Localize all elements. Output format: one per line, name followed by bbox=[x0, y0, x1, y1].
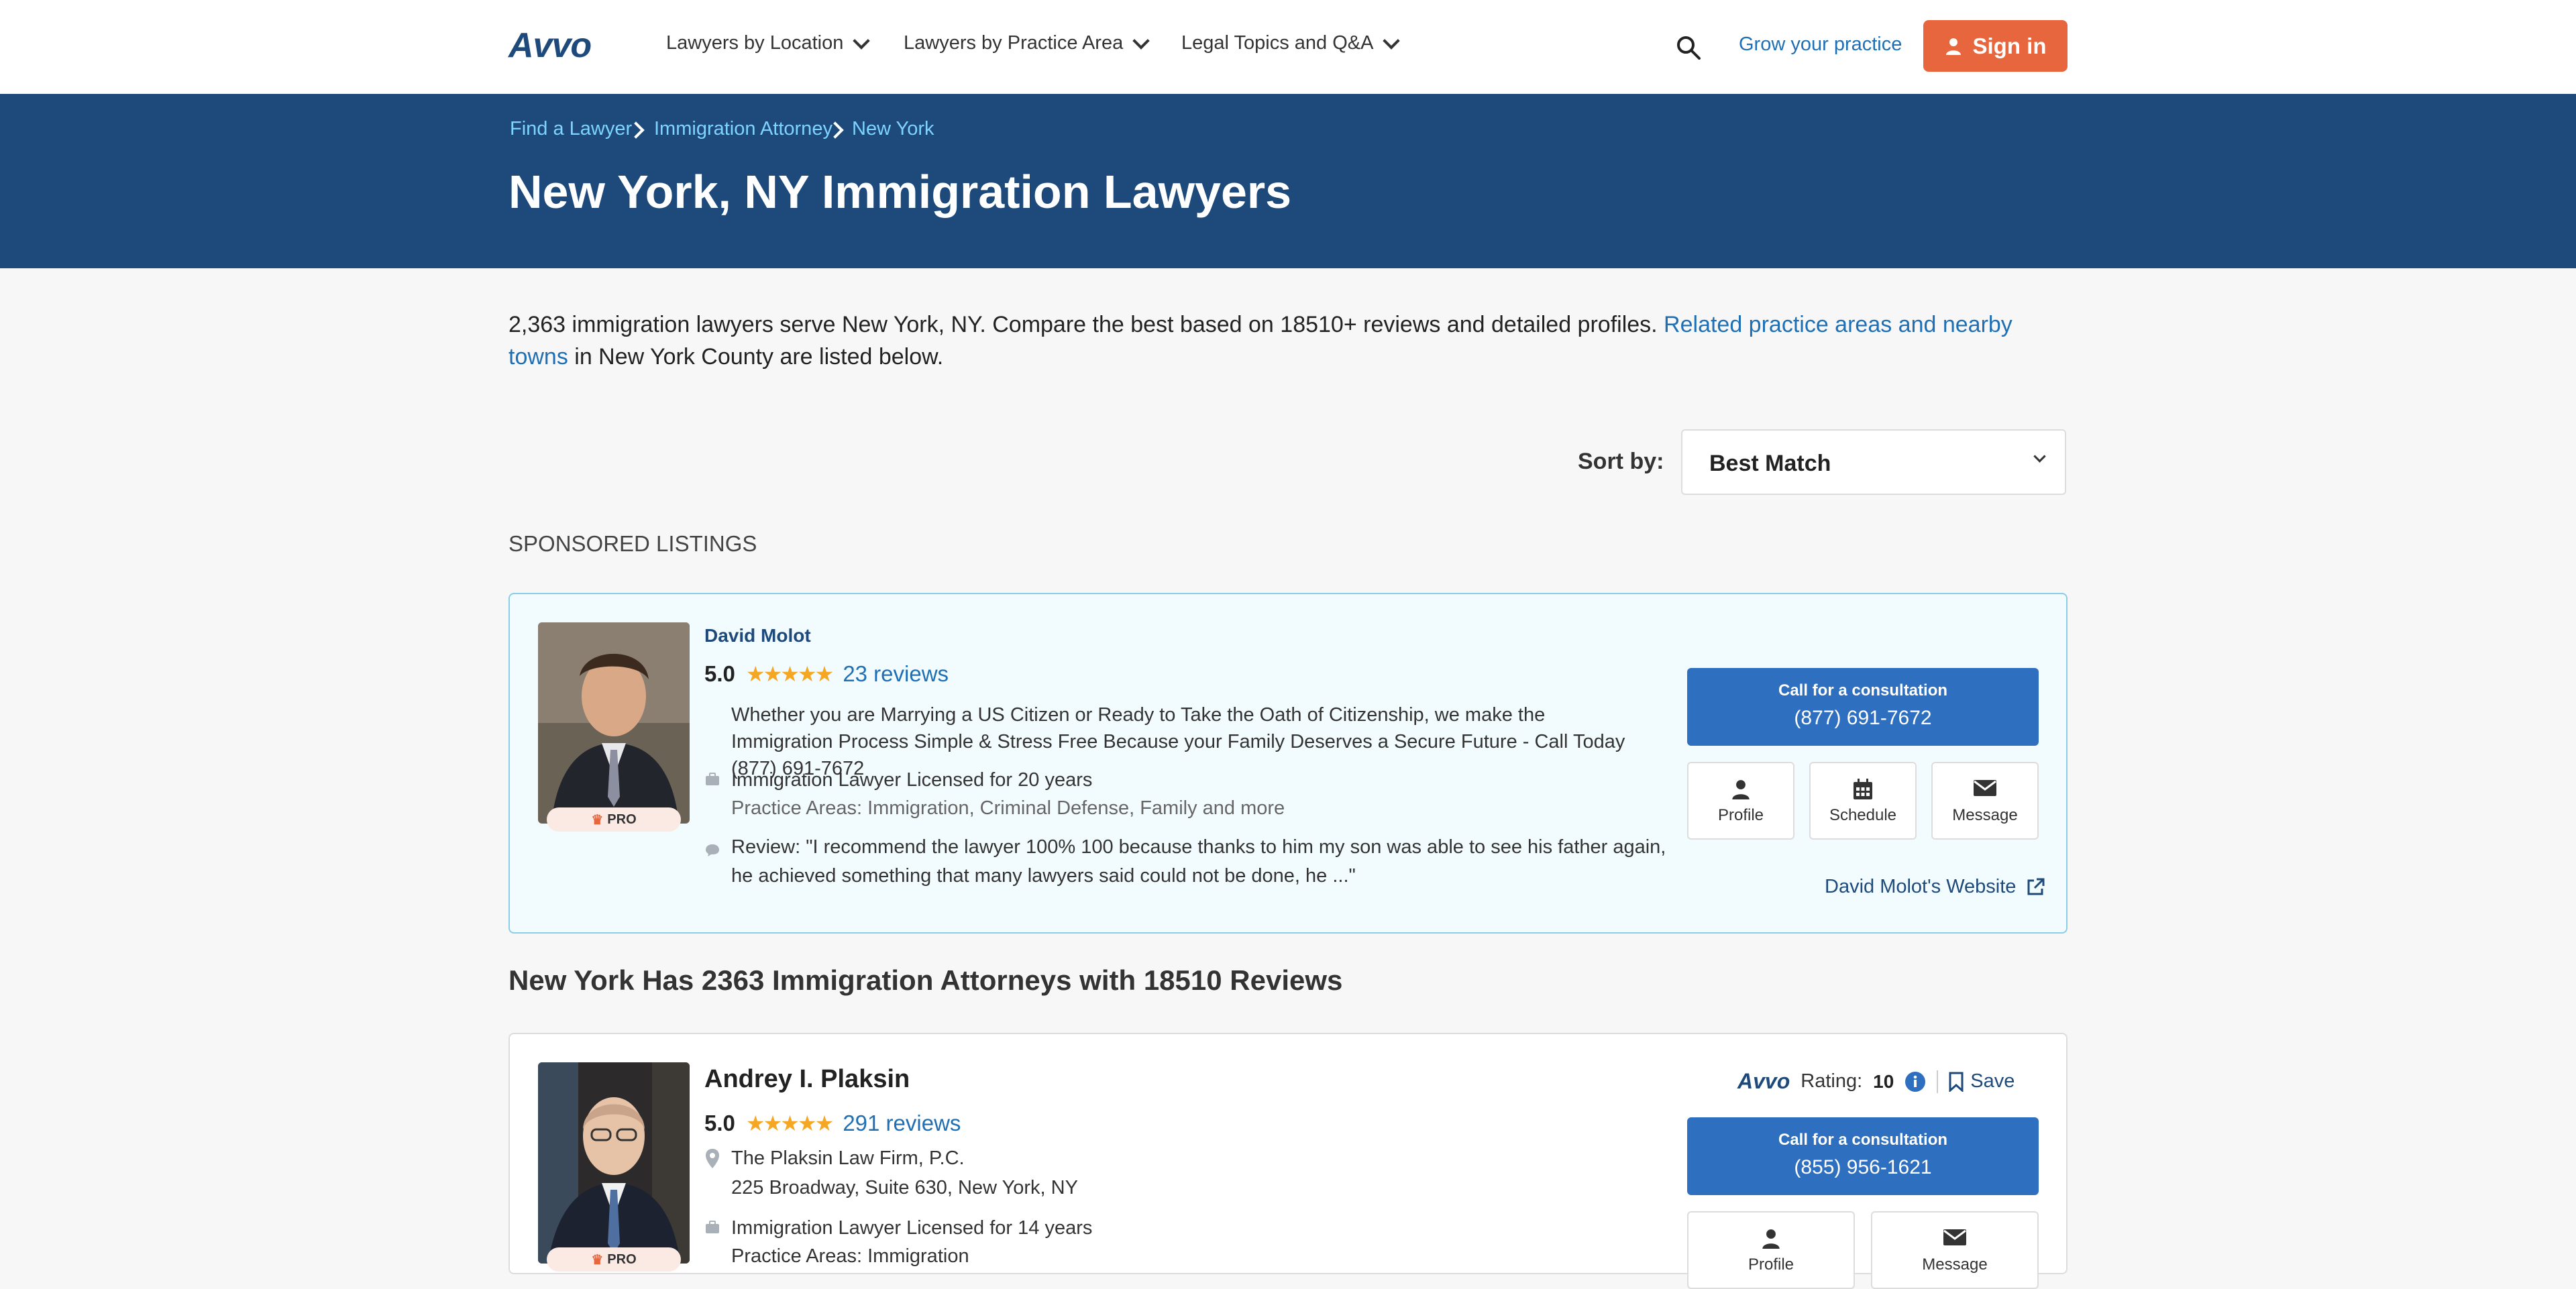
results-heading: New York Has 2363 Immigration Attorneys … bbox=[508, 964, 1343, 996]
external-link-icon bbox=[2027, 878, 2045, 895]
practice-areas: Practice Areas: Immigration, Criminal De… bbox=[731, 797, 1285, 819]
briefcase-icon bbox=[706, 773, 719, 785]
nav-lawyers-by-practice-area[interactable]: Lawyers by Practice Area bbox=[904, 32, 1150, 54]
sort-value: Best Match bbox=[1709, 451, 1831, 476]
pro-badge: ♛ PRO bbox=[547, 1247, 681, 1272]
breadcrumb-immigration-attorney[interactable]: Immigration Attorney bbox=[654, 118, 833, 140]
avvo-rating-value: 10 bbox=[1873, 1070, 1894, 1092]
lawyer-name-link[interactable]: Andrey I. Plaksin bbox=[704, 1065, 910, 1094]
rating-score: 5.0 bbox=[704, 661, 735, 686]
chevron-down-icon bbox=[1383, 32, 1401, 50]
location-pin-icon bbox=[706, 1149, 719, 1168]
lawyer-name-link[interactable]: David Molot bbox=[704, 625, 811, 647]
sort-select[interactable]: Best Match bbox=[1681, 429, 2066, 495]
avvo-logo[interactable]: Avvo bbox=[508, 25, 592, 66]
lawyer-photo[interactable] bbox=[538, 1062, 690, 1264]
rating-row: 5.0 ★★★★★ 23 reviews bbox=[704, 661, 949, 687]
nav-label: Lawyers by Location bbox=[666, 32, 844, 54]
call-consultation-button[interactable]: Call for a consultation (855) 956-1621 bbox=[1687, 1117, 2039, 1195]
firm-name: The Plaksin Law Firm, P.C. bbox=[731, 1147, 965, 1169]
user-icon bbox=[1732, 780, 1750, 799]
grow-your-practice-link[interactable]: Grow your practice bbox=[1739, 34, 1902, 56]
pro-badge-label: PRO bbox=[607, 1251, 637, 1267]
message-button[interactable]: Message bbox=[1871, 1211, 2039, 1289]
sign-in-label: Sign in bbox=[1972, 33, 2047, 58]
chevron-down-icon bbox=[1132, 32, 1150, 50]
rating-score: 5.0 bbox=[704, 1111, 735, 1135]
avvo-logo: Avvo bbox=[1737, 1069, 1790, 1093]
sponsored-heading: SPONSORED LISTINGS bbox=[508, 531, 757, 556]
save-label: Save bbox=[1970, 1070, 2015, 1092]
licensed-years: Immigration Lawyer Licensed for 20 years bbox=[731, 769, 1093, 791]
crown-icon: ♛ bbox=[591, 1252, 604, 1268]
chevron-down-icon bbox=[853, 32, 871, 50]
divider bbox=[1937, 1070, 1939, 1093]
avvo-rating-label: Rating: bbox=[1801, 1070, 1863, 1092]
reviews-link[interactable]: 291 reviews bbox=[843, 1111, 961, 1136]
nav-legal-topics[interactable]: Legal Topics and Q&A bbox=[1181, 32, 1401, 54]
licensed-years: Immigration Lawyer Licensed for 14 years bbox=[731, 1217, 1093, 1239]
calendar-icon bbox=[1854, 779, 1872, 799]
profile-label: Profile bbox=[1717, 806, 1764, 824]
envelope-icon bbox=[1943, 1229, 1966, 1245]
phone-number: (877) 691-7672 bbox=[1794, 707, 1932, 729]
sign-in-button[interactable]: Sign in bbox=[1923, 20, 2068, 72]
profile-button[interactable]: Profile bbox=[1687, 1211, 1855, 1289]
reviews-link[interactable]: 23 reviews bbox=[843, 661, 949, 687]
schedule-button[interactable]: Schedule bbox=[1809, 762, 1917, 840]
avvo-rating: Avvo Rating: 10 Save bbox=[1737, 1069, 2015, 1094]
pro-badge-label: PRO bbox=[607, 811, 637, 827]
nav-label: Lawyers by Practice Area bbox=[904, 32, 1124, 54]
site-header: Avvo Lawyers by Location Lawyers by Prac… bbox=[0, 0, 2576, 95]
star-rating-icon: ★★★★★ bbox=[745, 662, 834, 686]
envelope-icon bbox=[1974, 780, 1996, 796]
breadcrumb-find-a-lawyer[interactable]: Find a Lawyer bbox=[510, 118, 632, 140]
message-label: Message bbox=[1922, 1255, 1988, 1274]
schedule-label: Schedule bbox=[1829, 806, 1897, 824]
rating-row: 5.0 ★★★★★ 291 reviews bbox=[704, 1111, 961, 1136]
nav-lawyers-by-location[interactable]: Lawyers by Location bbox=[666, 32, 871, 54]
profile-label: Profile bbox=[1748, 1255, 1794, 1274]
briefcase-icon bbox=[706, 1221, 719, 1233]
sponsored-listing-card: ♛ PRO David Molot 5.0 ★★★★★ 23 reviews W… bbox=[508, 593, 2068, 934]
call-consultation-button[interactable]: Call for a consultation (877) 691-7672 bbox=[1687, 668, 2039, 746]
review-snippet: Review: "I recommend the lawyer 100% 100… bbox=[731, 836, 1666, 887]
crown-icon: ♛ bbox=[591, 812, 604, 828]
lawyer-photo[interactable] bbox=[538, 622, 690, 824]
message-button[interactable]: Message bbox=[1931, 762, 2039, 840]
intro-text-after: in New York County are listed below. bbox=[568, 344, 944, 370]
breadcrumb-new-york[interactable]: New York bbox=[852, 118, 934, 140]
firm-address: 225 Broadway, Suite 630, New York, NY bbox=[731, 1177, 1078, 1198]
lawyer-listing-card: ♛ PRO Andrey I. Plaksin 5.0 ★★★★★ 291 re… bbox=[508, 1033, 2068, 1289]
call-label: Call for a consultation bbox=[1778, 1131, 1948, 1149]
call-label: Call for a consultation bbox=[1778, 681, 1948, 699]
message-label: Message bbox=[1952, 806, 2018, 824]
speech-bubble-icon bbox=[706, 844, 719, 856]
nav-label: Legal Topics and Q&A bbox=[1181, 32, 1374, 54]
bookmark-icon bbox=[1949, 1072, 1964, 1092]
phone-number: (855) 956-1621 bbox=[1794, 1156, 1932, 1178]
save-button[interactable]: Save bbox=[1949, 1070, 2015, 1092]
website-label: David Molot's Website bbox=[1825, 876, 2017, 897]
info-icon[interactable] bbox=[1904, 1071, 1926, 1092]
intro-text-before: 2,363 immigration lawyers serve New York… bbox=[508, 312, 1664, 337]
page-title: New York, NY Immigration Lawyers bbox=[508, 166, 1292, 218]
search-icon[interactable] bbox=[1676, 35, 1701, 60]
chevron-down-icon bbox=[2033, 450, 2046, 463]
intro-text: 2,363 immigration lawyers serve New York… bbox=[508, 309, 2068, 373]
profile-button[interactable]: Profile bbox=[1687, 762, 1794, 840]
star-rating-icon: ★★★★★ bbox=[745, 1111, 834, 1135]
pro-badge: ♛ PRO bbox=[547, 807, 681, 832]
user-icon bbox=[1945, 38, 1961, 55]
user-icon bbox=[1762, 1229, 1780, 1249]
practice-areas: Practice Areas: Immigration bbox=[731, 1245, 969, 1267]
website-link[interactable]: David Molot's Website bbox=[1825, 876, 2045, 898]
sort-label: Sort by: bbox=[1578, 449, 1664, 474]
